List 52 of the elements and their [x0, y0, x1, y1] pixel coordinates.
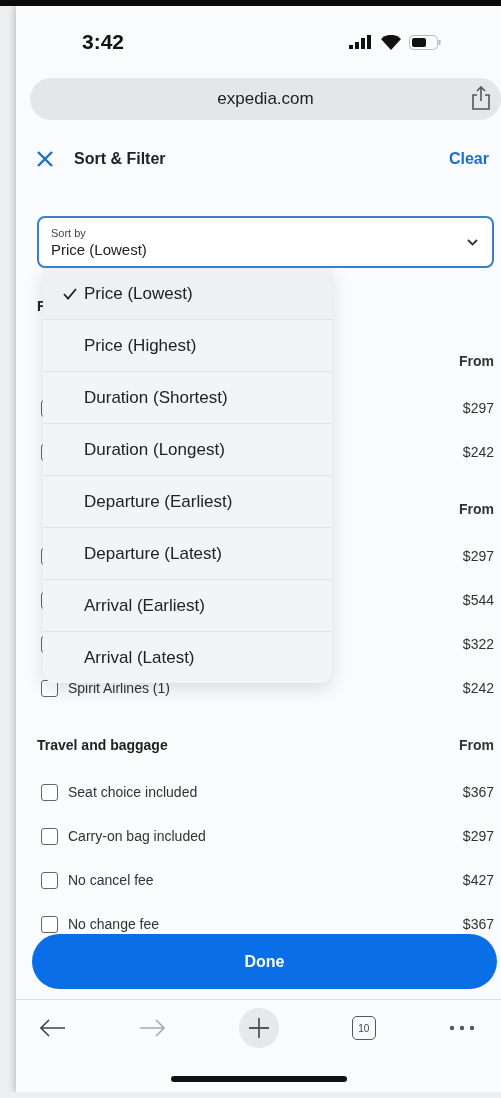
sort-option[interactable]: Arrival (Earliest)	[43, 580, 332, 632]
close-icon[interactable]	[36, 150, 54, 168]
price: $297	[462, 828, 494, 844]
price: $242	[462, 444, 494, 460]
field-label: Sort by	[51, 226, 87, 239]
address-bar[interactable]: expedia.com	[30, 78, 501, 120]
checkbox[interactable]	[41, 827, 58, 845]
sort-option[interactable]: Duration (Shortest)	[43, 372, 332, 424]
filter-label: Spirit Airlines (1)	[68, 680, 170, 696]
wifi-icon	[381, 34, 401, 50]
sort-option[interactable]: Price (Highest)	[43, 320, 332, 372]
panel-title: Sort & Filter	[74, 150, 166, 168]
sort-select[interactable]: Sort by Price (Lowest)	[37, 216, 494, 268]
sort-option[interactable]: Departure (Latest)	[43, 528, 332, 580]
price: $367	[462, 784, 494, 800]
price: $367	[462, 916, 494, 932]
plus-icon	[248, 1018, 269, 1038]
price: $297	[462, 400, 494, 416]
url-text: expedia.com	[217, 89, 314, 109]
price: $322	[462, 636, 494, 652]
filter-label: No change fee	[68, 916, 160, 932]
filter-label: Carry-on bag included	[68, 828, 206, 844]
back-icon[interactable]	[40, 1019, 66, 1037]
field-value: Price (Lowest)	[51, 240, 147, 258]
price: $427	[462, 872, 494, 888]
share-icon[interactable]	[469, 86, 493, 112]
battery-icon	[409, 34, 441, 50]
filter-label: Seat choice included	[68, 784, 198, 800]
sort-option[interactable]: Arrival (Latest)	[43, 632, 332, 683]
more-icon[interactable]	[449, 1025, 475, 1031]
signal-icon	[349, 35, 373, 49]
from-label: From	[459, 501, 494, 517]
chevron-icon	[467, 238, 478, 246]
sort-option[interactable]: Price (Lowest)	[43, 268, 332, 320]
filter-label: No cancel fee	[68, 872, 154, 888]
new-tab-button[interactable]	[238, 1008, 279, 1048]
price: $242	[462, 680, 494, 696]
sort-option[interactable]: Departure (Earliest)	[43, 476, 332, 528]
price: $544	[462, 592, 494, 608]
tabs-button[interactable]: 10	[351, 1016, 376, 1040]
status-time: 3:42	[82, 30, 125, 54]
done-button[interactable]: Done	[32, 934, 497, 989]
from-label: From	[459, 353, 494, 369]
from-label: From	[459, 737, 494, 753]
clear-button[interactable]: Clear	[448, 150, 489, 168]
checkbox[interactable]	[41, 783, 58, 801]
check-icon	[63, 287, 77, 300]
checkbox[interactable]	[41, 915, 58, 933]
price: $297	[462, 548, 494, 564]
section-heading: Travel and baggage	[37, 737, 168, 753]
sort-option[interactable]: Duration (Longest)	[43, 424, 332, 476]
checkbox[interactable]	[41, 871, 58, 889]
